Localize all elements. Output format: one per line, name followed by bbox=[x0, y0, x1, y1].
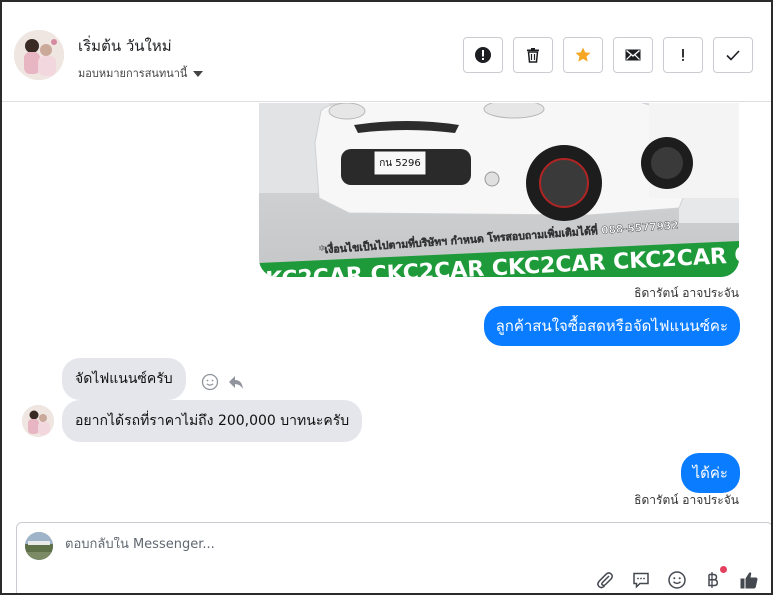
outgoing-message[interactable]: ลูกค้าสนใจซื้อสดหรือจัดไฟแนนซ์คะ bbox=[483, 306, 740, 346]
sender-name: ธิดารัตน์ อาจประจัน bbox=[634, 286, 739, 300]
outgoing-message[interactable]: ได้ค่ะ bbox=[680, 453, 740, 493]
emoji-button[interactable] bbox=[666, 569, 688, 591]
composer-toolbar bbox=[594, 566, 760, 591]
send-like-button[interactable] bbox=[738, 569, 760, 591]
reply-composer bbox=[16, 522, 771, 593]
license-plate: กน 5296 bbox=[379, 158, 421, 169]
star-icon bbox=[575, 47, 591, 62]
shared-car-image[interactable]: กน 5296 *เงื่อนไขเป็นไปตามที่บริษัทฯ กำห… bbox=[259, 103, 739, 277]
delete-button[interactable] bbox=[513, 37, 553, 73]
chevron-down-icon bbox=[193, 71, 204, 77]
chat-bubble-icon bbox=[633, 572, 649, 589]
header-actions bbox=[463, 37, 753, 73]
contact-name: เริ่มต้น วันใหม่ bbox=[78, 37, 172, 55]
react-smiley-icon[interactable] bbox=[201, 373, 219, 391]
incoming-message[interactable]: อยากได้รถที่ราคาไม่ถึง 200,000 บาทนะครับ bbox=[62, 400, 363, 442]
paperclip-icon bbox=[597, 572, 613, 589]
mark-unread-button[interactable] bbox=[613, 37, 653, 73]
assign-conversation-dropdown[interactable]: มอบหมายการสนทนานี้ bbox=[78, 64, 204, 82]
message-actions bbox=[201, 373, 245, 391]
reply-arrow-icon[interactable] bbox=[227, 373, 245, 391]
message-thread[interactable]: กน 5296 *เงื่อนไขเป็นไปตามที่บริษัทฯ กำห… bbox=[2, 103, 771, 515]
contact-avatar-small bbox=[22, 405, 54, 437]
attach-button[interactable] bbox=[594, 569, 616, 591]
incoming-message[interactable]: จัดไฟแนนซ์ครับ bbox=[62, 358, 186, 400]
reply-input[interactable] bbox=[65, 537, 665, 552]
conversation-header: เริ่มต้น วันใหม่ มอบหมายการสนทนานี้ bbox=[2, 2, 771, 102]
baht-icon bbox=[708, 572, 719, 588]
notification-dot bbox=[720, 566, 727, 573]
saved-replies-button[interactable] bbox=[630, 569, 652, 591]
payment-button[interactable] bbox=[702, 566, 727, 591]
smiley-icon bbox=[668, 571, 686, 589]
check-icon bbox=[726, 50, 740, 61]
alert-circle-icon bbox=[475, 47, 491, 63]
follow-up-button[interactable] bbox=[663, 37, 703, 73]
mark-spam-button[interactable] bbox=[463, 37, 503, 73]
assign-label: มอบหมายการสนทนานี้ bbox=[78, 67, 188, 80]
trash-icon bbox=[527, 48, 539, 63]
sender-name: ธิดารัตน์ อาจประจัน bbox=[634, 493, 739, 507]
conversation-window: เริ่มต้น วันใหม่ มอบหมายการสนทนานี้ กน 5… bbox=[0, 0, 773, 595]
star-button[interactable] bbox=[563, 37, 603, 73]
contact-avatar[interactable] bbox=[14, 30, 64, 80]
mark-done-button[interactable] bbox=[713, 37, 753, 73]
mail-icon bbox=[625, 49, 641, 61]
page-avatar bbox=[25, 532, 53, 560]
exclamation-icon bbox=[682, 49, 684, 61]
thumbs-up-icon bbox=[740, 572, 758, 589]
